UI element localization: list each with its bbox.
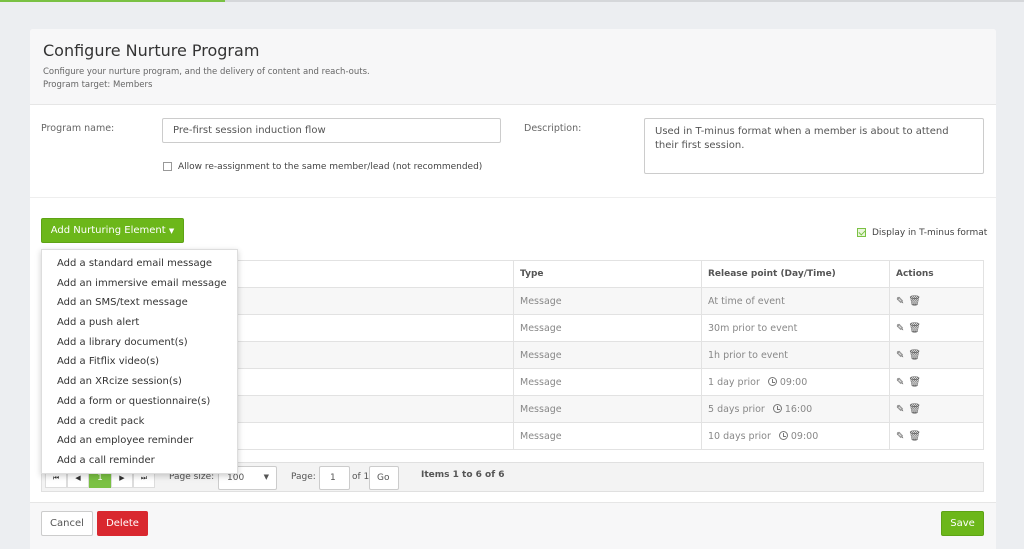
description-textarea[interactable]: Used in T-minus format when a member is … [644, 118, 984, 174]
release-point: 5 days prior 16:00 [701, 395, 890, 423]
trash-icon[interactable]: 🗑 [908, 431, 921, 442]
release-time: 09:00 [790, 430, 819, 442]
menu-item[interactable]: Add a form or questionnaire(s) [42, 392, 237, 412]
subtitle: Configure your nurture program, and the … [43, 67, 370, 77]
element-type: Message [513, 422, 702, 450]
trash-icon[interactable]: 🗑 [908, 377, 921, 388]
menu-item[interactable]: Add an XRcize session(s) [42, 372, 237, 392]
actions-cell: ✎ 🗑 [889, 368, 984, 396]
element-type: Message [513, 341, 702, 369]
progress-bar [0, 0, 1024, 2]
trash-icon[interactable]: 🗑 [908, 350, 921, 361]
col-actions: Actions [889, 260, 984, 288]
trash-icon[interactable]: 🗑 [908, 404, 921, 415]
release-time: 09:00 [779, 376, 808, 388]
release-point: 1h prior to event [701, 341, 890, 369]
release-point: 10 days prior 09:00 [701, 422, 890, 450]
release-point: 1 day prior 09:00 [701, 368, 890, 396]
element-type: Message [513, 287, 702, 315]
trash-icon[interactable]: 🗑 [908, 323, 921, 334]
element-type: Message [513, 395, 702, 423]
add-element-menu: Add a standard email message Add an immer… [41, 249, 238, 474]
checkbox-checked-icon[interactable] [857, 228, 866, 237]
caret-down-icon: ▼ [168, 226, 175, 235]
menu-item[interactable]: Add an SMS/text message [42, 293, 237, 313]
reassign-checkbox[interactable]: Allow re-assignment to the same member/l… [163, 162, 482, 172]
menu-item[interactable]: Add a credit pack [42, 412, 237, 432]
menu-item[interactable]: Add an immersive email message [42, 274, 237, 294]
pencil-icon[interactable]: ✎ [896, 404, 904, 415]
menu-item[interactable]: Add an employee reminder [42, 431, 237, 451]
actions-cell: ✎ 🗑 [889, 422, 984, 450]
program-target: Program target: Members [43, 80, 153, 90]
menu-item[interactable]: Add a standard email message [42, 254, 237, 274]
page-label: Page: [291, 472, 316, 482]
col-release: Release point (Day/Time) [701, 260, 890, 288]
menu-item[interactable]: Add a library document(s) [42, 333, 237, 353]
page-input[interactable]: 1 [319, 466, 350, 490]
page-title: Configure Nurture Program [43, 41, 260, 60]
save-button[interactable]: Save [941, 511, 984, 536]
delete-button[interactable]: Delete [97, 511, 148, 536]
pencil-icon[interactable]: ✎ [896, 377, 904, 388]
pencil-icon[interactable]: ✎ [896, 431, 904, 442]
page-of: of 1 [352, 472, 370, 482]
description-label: Description: [524, 123, 582, 134]
menu-item[interactable]: Add a push alert [42, 313, 237, 333]
items-count: Items 1 to 6 of 6 [421, 470, 505, 480]
element-type: Message [513, 368, 702, 396]
actions-cell: ✎ 🗑 [889, 287, 984, 315]
pencil-icon[interactable]: ✎ [896, 296, 904, 307]
checkbox-icon[interactable] [163, 162, 172, 171]
clock-icon [778, 430, 788, 440]
caret-down-icon: ▼ [263, 473, 269, 481]
clock-icon [767, 376, 777, 386]
actions-cell: ✎ 🗑 [889, 341, 984, 369]
clock-icon [772, 403, 782, 413]
reassign-label: Allow re-assignment to the same member/l… [178, 162, 483, 172]
tminus-checkbox[interactable]: Display in T-minus format [857, 228, 987, 238]
program-name-label: Program name: [41, 123, 115, 134]
tminus-label: Display in T-minus format [872, 228, 988, 238]
release-point: 30m prior to event [701, 314, 890, 342]
release-point: At time of event [701, 287, 890, 315]
card-header: Configure Nurture Program Configure your… [30, 29, 996, 105]
pencil-icon[interactable]: ✎ [896, 323, 904, 334]
menu-item[interactable]: Add a Fitflix video(s) [42, 352, 237, 372]
add-nurturing-element-button[interactable]: Add Nurturing Element ▼ [41, 218, 184, 243]
cancel-button[interactable]: Cancel [41, 511, 93, 536]
actions-cell: ✎ 🗑 [889, 314, 984, 342]
menu-item[interactable]: Add a call reminder [42, 451, 237, 471]
actions-cell: ✎ 🗑 [889, 395, 984, 423]
element-type: Message [513, 314, 702, 342]
release-time: 16:00 [784, 403, 813, 415]
pencil-icon[interactable]: ✎ [896, 350, 904, 361]
trash-icon[interactable]: 🗑 [908, 296, 921, 307]
go-button[interactable]: Go [369, 466, 399, 490]
divider [30, 197, 996, 198]
col-type: Type [513, 260, 702, 288]
program-name-input[interactable]: Pre-first session induction flow [162, 118, 501, 143]
